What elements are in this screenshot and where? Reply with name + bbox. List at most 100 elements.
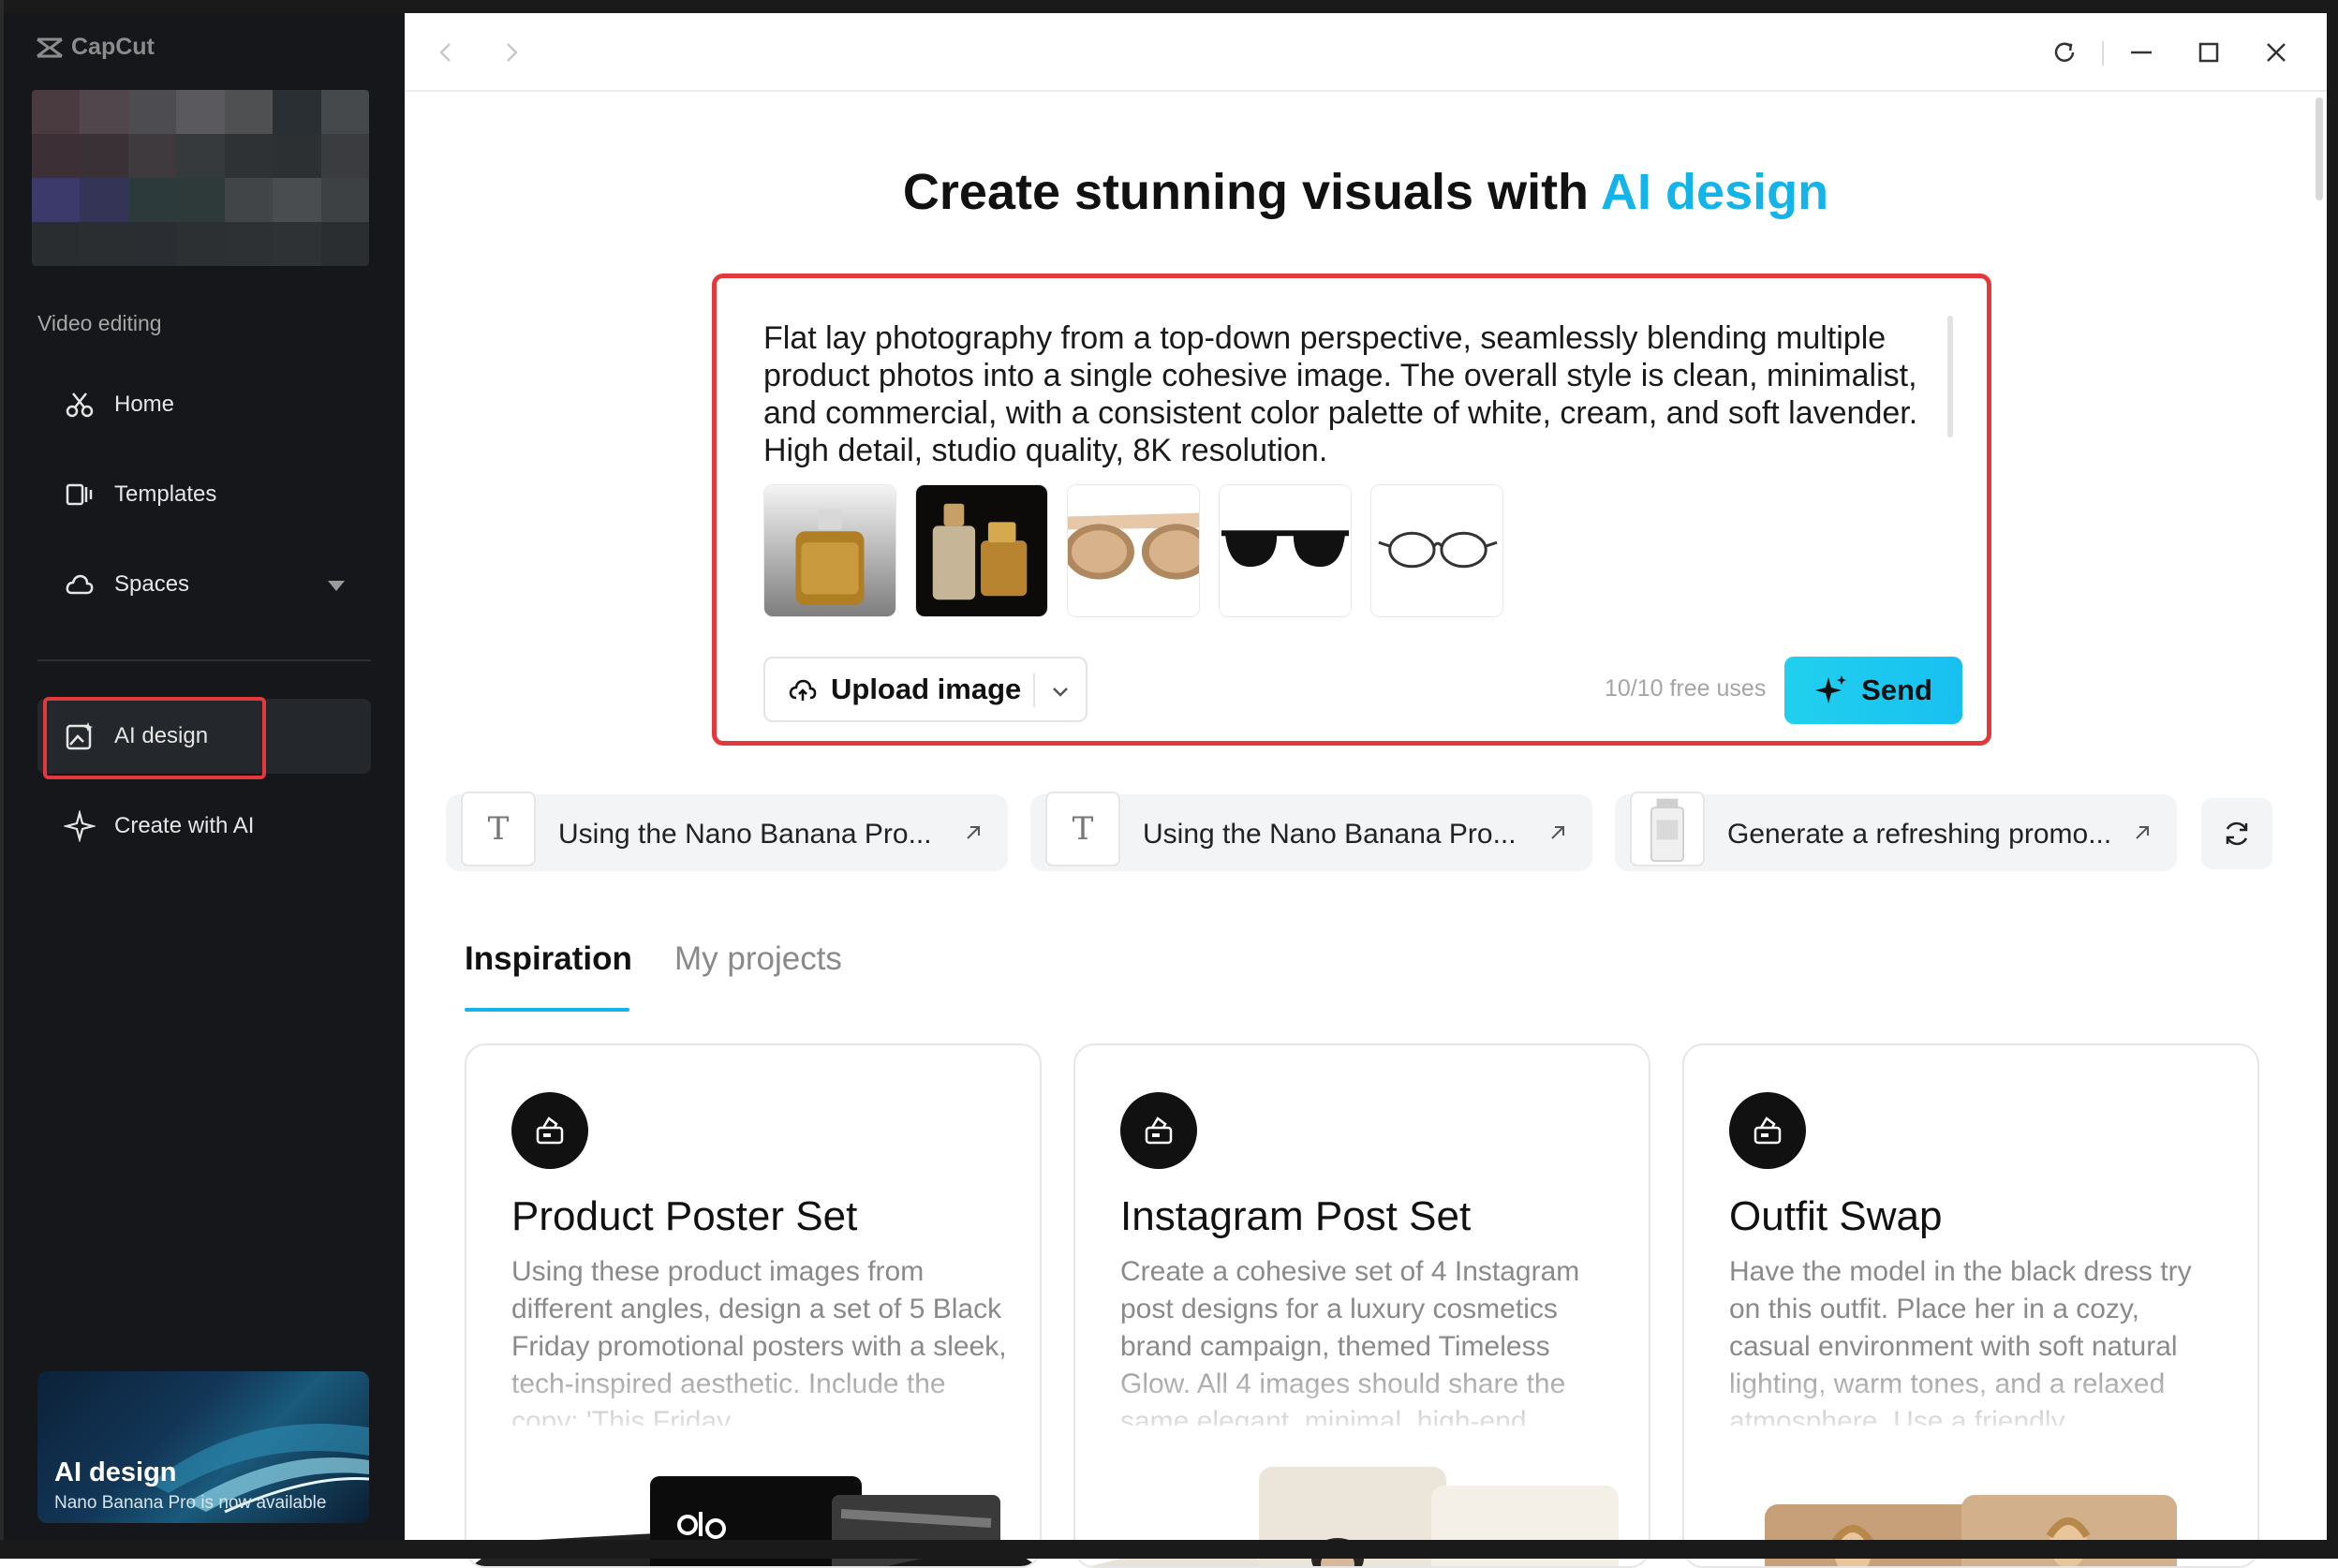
window-frame-top	[0, 0, 2338, 13]
sparkle-icon	[64, 810, 96, 842]
window-frame-bottom	[0, 1540, 2338, 1559]
inspiration-card[interactable]: Instagram Post Set Create a cohesive set…	[1073, 1043, 1650, 1568]
sidebar-item-label: Spaces	[114, 571, 190, 597]
tab-my-projects[interactable]: My projects	[674, 940, 842, 978]
minimize-button[interactable]	[2124, 36, 2158, 69]
text-type-icon: T	[1045, 791, 1120, 866]
sunglasses-icon	[1068, 485, 1199, 616]
card-icon-badge	[1120, 1092, 1197, 1169]
inspiration-card[interactable]: Product Poster Set Using these product i…	[465, 1043, 1042, 1568]
ai-design-promo-banner[interactable]: AI design Nano Banana Pro is now availab…	[37, 1371, 369, 1523]
suggestion-chip[interactable]: T Using the Nano Banana Pro...	[446, 791, 1008, 871]
sparkle-icon	[1815, 675, 1847, 703]
attached-images	[763, 484, 1503, 617]
main-content: Create stunning visuals with AI design F…	[405, 13, 2327, 1568]
card-title: Product Poster Set	[511, 1193, 858, 1239]
headline-accent: AI design	[1601, 164, 1829, 220]
maximize-icon	[2198, 42, 2219, 63]
arrow-up-right-icon	[1551, 826, 1564, 839]
arrow-up-right-icon	[967, 826, 980, 839]
cloud-icon	[66, 574, 94, 595]
card-title: Instagram Post Set	[1120, 1193, 1472, 1239]
chevron-down-icon[interactable]	[328, 581, 345, 591]
arrow-up-right-icon	[2136, 826, 2149, 839]
sidebar-item-spaces[interactable]: Spaces	[37, 547, 371, 622]
minimize-icon	[2131, 51, 2152, 54]
sidebar-item-create-with-ai[interactable]: Create with AI	[37, 789, 371, 864]
upload-image-button[interactable]: Upload image	[763, 657, 1088, 722]
eraser-icon	[536, 1117, 564, 1145]
upload-separator	[1033, 673, 1035, 707]
sidebar-item-home[interactable]: Home	[37, 367, 371, 442]
sidebar-item-label: Create with AI	[114, 813, 255, 838]
chevron-down-icon[interactable]	[1048, 679, 1073, 703]
prompt-card: Flat lay photography from a top-down per…	[712, 274, 1991, 746]
card-fade	[1075, 1354, 1649, 1448]
text-type-icon: T	[461, 791, 536, 866]
templates-icon	[66, 483, 93, 506]
maximize-button[interactable]	[2192, 36, 2226, 69]
promo-subtitle: Nano Banana Pro is now available	[54, 1493, 327, 1513]
send-label: Send	[1861, 673, 1932, 706]
close-button[interactable]	[2259, 36, 2293, 69]
perfume-bottle-icon	[916, 485, 1047, 616]
bottle-icon	[1650, 798, 1685, 863]
card-fade	[1684, 1354, 2257, 1448]
prompt-scrollbar[interactable]	[1947, 316, 1953, 437]
highlight-annotation-ai-design	[43, 697, 266, 779]
suggestion-chip[interactable]: T Using the Nano Banana Pro...	[1030, 791, 1592, 871]
active-tab-indicator	[465, 1008, 629, 1012]
scissors-icon	[66, 392, 94, 418]
suggestion-text: Using the Nano Banana Pro...	[1143, 819, 1517, 850]
promo-title: AI design	[54, 1457, 177, 1487]
suggestion-text: Generate a refreshing promo...	[1727, 819, 2112, 850]
free-uses-counter: 10/10 free uses	[1605, 675, 1767, 702]
chevron-left-icon	[439, 43, 451, 62]
inspiration-card[interactable]: Outfit Swap Have the model in the black …	[1682, 1043, 2259, 1568]
card-fade	[466, 1354, 1040, 1448]
perfume-bottle-icon	[764, 485, 895, 616]
eraser-icon	[1145, 1117, 1173, 1145]
blurred-profile-block	[32, 90, 369, 266]
window-frame-right	[2327, 0, 2338, 1559]
page-headline: Create stunning visuals with AI design	[405, 163, 2327, 221]
cloud-upload-icon	[789, 679, 817, 701]
tab-inspiration[interactable]: Inspiration	[465, 940, 632, 978]
app-name: CapCut	[71, 34, 155, 60]
chevron-right-icon	[507, 43, 518, 62]
suggestion-text: Using the Nano Banana Pro...	[558, 819, 932, 850]
forward-button[interactable]	[495, 36, 528, 69]
close-icon	[2267, 43, 2286, 62]
refresh-page-button[interactable]	[2048, 36, 2081, 69]
headline-text: Create stunning visuals with	[902, 164, 1602, 220]
suggestion-chip[interactable]: Generate a refreshing promo...	[1615, 791, 2177, 871]
card-icon-badge	[511, 1092, 588, 1169]
top-bar	[405, 13, 2327, 92]
upload-image-label: Upload image	[831, 673, 1022, 705]
image-thumbnail-sunglasses-black[interactable]	[1219, 484, 1352, 617]
sidebar-divider	[37, 659, 371, 661]
capcut-logo-icon	[37, 37, 63, 57]
capcut-logo: CapCut	[36, 34, 155, 61]
eraser-icon	[1754, 1117, 1782, 1145]
sidebar: CapCut Video editing Home Templates Spac…	[4, 13, 405, 1540]
image-thumbnail-sunglasses-tan[interactable]	[1067, 484, 1200, 617]
image-thumbnail-perfume-dark[interactable]	[915, 484, 1048, 617]
section-label-video-editing: Video editing	[37, 311, 162, 335]
image-thumbnail-perfume-gold[interactable]	[763, 484, 896, 617]
sidebar-item-label: Home	[114, 392, 175, 417]
image-thumbnail-eyeglasses[interactable]	[1370, 484, 1503, 617]
card-title: Outfit Swap	[1729, 1193, 1943, 1239]
send-button[interactable]: Send	[1784, 657, 1962, 724]
product-thumbnail	[1630, 791, 1705, 866]
reload-icon	[2054, 42, 2075, 62]
sunglasses-icon	[1220, 485, 1351, 616]
refresh-icon	[2226, 821, 2248, 846]
eyeglasses-icon	[1371, 485, 1502, 616]
toolbar-separator	[2102, 41, 2104, 66]
sidebar-item-templates[interactable]: Templates	[37, 457, 371, 532]
refresh-suggestions-button[interactable]	[2201, 798, 2272, 869]
back-button[interactable]	[429, 36, 463, 69]
sidebar-item-label: Templates	[114, 481, 217, 507]
prompt-input[interactable]: Flat lay photography from a top-down per…	[763, 319, 1944, 469]
